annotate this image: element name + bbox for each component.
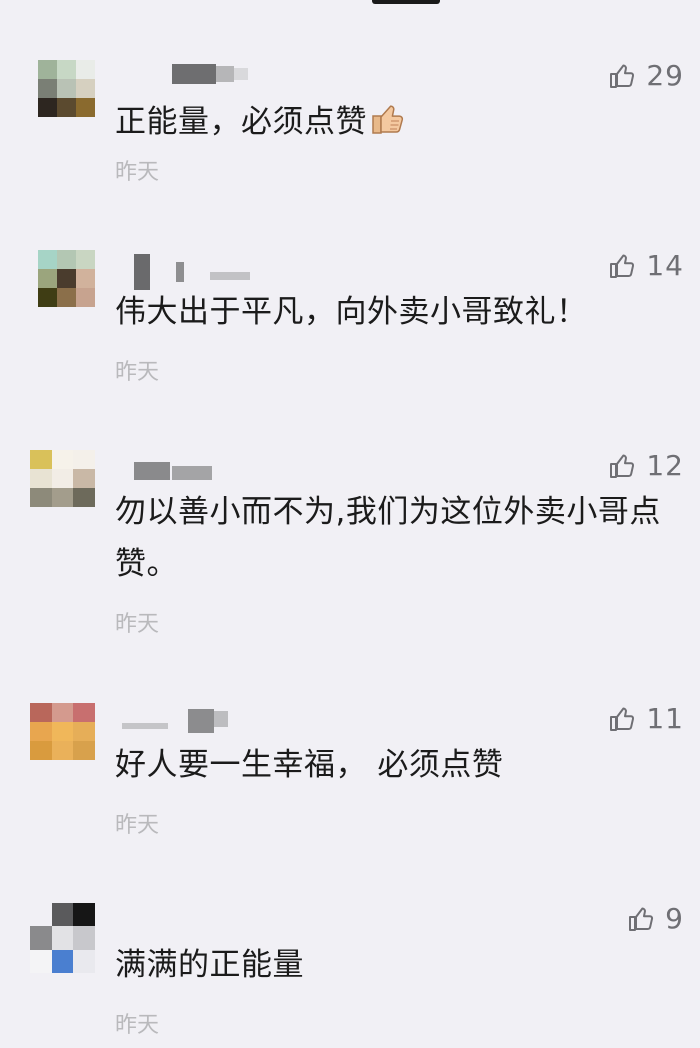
comment-time: 昨天 (115, 360, 160, 385)
avatar[interactable] (38, 250, 95, 307)
like-button[interactable]: 14 (608, 246, 684, 286)
comment-text: 勿以善小而不为,我们为这位外卖小哥点赞。 (115, 494, 661, 582)
like-button[interactable]: 12 (608, 446, 684, 486)
thumbs-up-outline-icon (608, 62, 636, 90)
like-count: 12 (646, 449, 684, 482)
thumbs-up-outline-icon (627, 905, 655, 933)
thumbs-up-emoji (369, 100, 405, 152)
nickname-blurred (120, 707, 250, 733)
comment-text: 正能量，必须点赞 (115, 96, 685, 152)
nickname-blurred (120, 64, 250, 88)
like-count: 11 (646, 702, 684, 735)
avatar[interactable] (30, 703, 95, 760)
like-count: 9 (665, 902, 684, 935)
like-count: 14 (646, 249, 684, 282)
thumbs-up-outline-icon (608, 705, 636, 733)
thumbs-up-outline-icon (608, 252, 636, 280)
avatar[interactable] (38, 60, 95, 117)
like-button[interactable]: 29 (608, 56, 684, 96)
avatar[interactable] (30, 903, 95, 973)
comment-time: 昨天 (115, 813, 160, 838)
comment-text: 好人要一生幸福， 必须点赞 (115, 747, 504, 783)
nickname-blurred (120, 254, 250, 290)
comment-time: 昨天 (115, 612, 160, 637)
like-button[interactable]: 9 (627, 899, 684, 939)
nickname-blurred (120, 454, 250, 480)
thumbs-up-outline-icon (608, 452, 636, 480)
top-edge-bar (372, 0, 440, 4)
comment-time: 昨天 (115, 1013, 160, 1038)
comment-text: 满满的正能量 (115, 947, 304, 983)
comment-time: 昨天 (115, 160, 160, 185)
like-count: 29 (646, 59, 684, 92)
avatar[interactable] (30, 450, 95, 507)
comment-text: 伟大出于平凡，向外卖小哥致礼！ (115, 294, 588, 330)
like-button[interactable]: 11 (608, 699, 684, 739)
